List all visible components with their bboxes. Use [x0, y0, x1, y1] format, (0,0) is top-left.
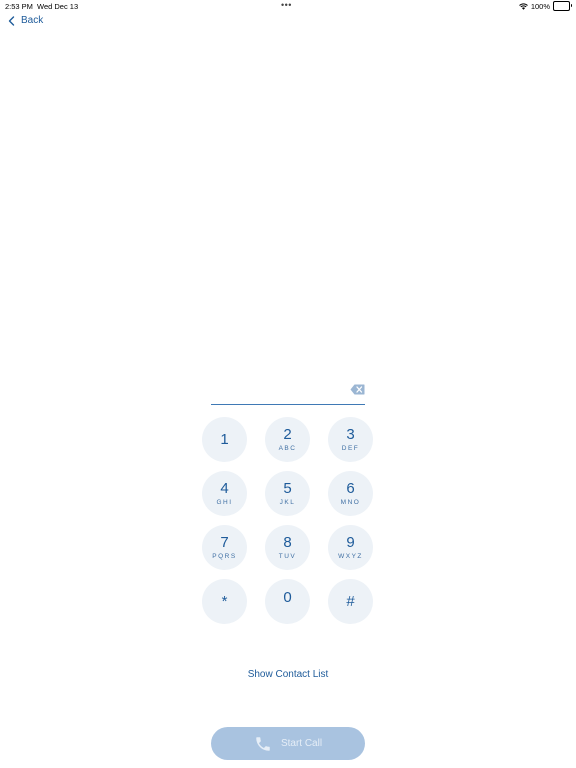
- key-letters: PQRS: [212, 553, 237, 560]
- phone-number-field[interactable]: [211, 382, 365, 405]
- key-digit: 9: [346, 534, 355, 551]
- key-digit: 2: [283, 426, 292, 443]
- key-letters: GHI: [216, 499, 233, 506]
- wifi-icon: [518, 2, 528, 10]
- key-2[interactable]: 2 ABC: [265, 417, 310, 462]
- keypad: 1 2 ABC 3 DEF 4 GHI 5 JKL 6 MNO 7 PQRS 8…: [202, 417, 374, 625]
- key-7[interactable]: 7 PQRS: [202, 525, 247, 570]
- key-letters: TUV: [278, 553, 297, 560]
- show-contact-list-link[interactable]: Show Contact List: [0, 669, 576, 680]
- key-1[interactable]: 1: [202, 417, 247, 462]
- key-digit: 7: [220, 534, 229, 551]
- key-6[interactable]: 6 MNO: [328, 471, 373, 516]
- chevron-left-icon: [8, 15, 15, 26]
- key-8[interactable]: 8 TUV: [265, 525, 310, 570]
- key-3[interactable]: 3 DEF: [328, 417, 373, 462]
- back-label: Back: [21, 15, 44, 26]
- key-letters: MNO: [340, 499, 361, 506]
- key-0[interactable]: 0: [265, 579, 310, 624]
- dialer-screen: 2:53 PM Wed Dec 13 ••• 100% Back 1 2 ABC…: [0, 0, 576, 768]
- key-letters: JKL: [279, 499, 296, 506]
- key-digit: 3: [346, 426, 355, 443]
- key-5[interactable]: 5 JKL: [265, 471, 310, 516]
- start-call-label: Start Call: [280, 738, 323, 749]
- key-digit: 0: [283, 589, 292, 606]
- key-digit: *: [221, 593, 228, 610]
- key-digit: 5: [283, 480, 292, 497]
- battery-percent: 100%: [530, 1, 550, 11]
- back-button[interactable]: Back: [8, 15, 43, 26]
- battery-icon: [553, 1, 572, 11]
- phone-icon: [256, 736, 270, 751]
- key-digit: 8: [283, 534, 292, 551]
- key-digit: #: [346, 593, 355, 610]
- backspace-icon[interactable]: [350, 384, 365, 395]
- key-digit: 6: [346, 480, 355, 497]
- status-time: 2:53 PM: [5, 2, 33, 11]
- status-date: Wed Dec 13: [37, 2, 79, 11]
- status-right-group: 100%: [518, 1, 572, 11]
- key-9[interactable]: 9 WXYZ: [328, 525, 373, 570]
- key-digit: 1: [220, 431, 229, 448]
- key-letters: ABC: [278, 445, 297, 452]
- key-hash[interactable]: #: [328, 579, 373, 624]
- multitasking-dots-icon[interactable]: •••: [281, 1, 292, 10]
- key-letters: WXYZ: [338, 553, 363, 560]
- key-digit: 4: [220, 480, 229, 497]
- key-letters: DEF: [341, 445, 360, 452]
- status-bar: 2:53 PM Wed Dec 13 ••• 100%: [0, 0, 576, 12]
- key-4[interactable]: 4 GHI: [202, 471, 247, 516]
- key-star[interactable]: *: [202, 579, 247, 624]
- start-call-button[interactable]: Start Call: [211, 727, 365, 760]
